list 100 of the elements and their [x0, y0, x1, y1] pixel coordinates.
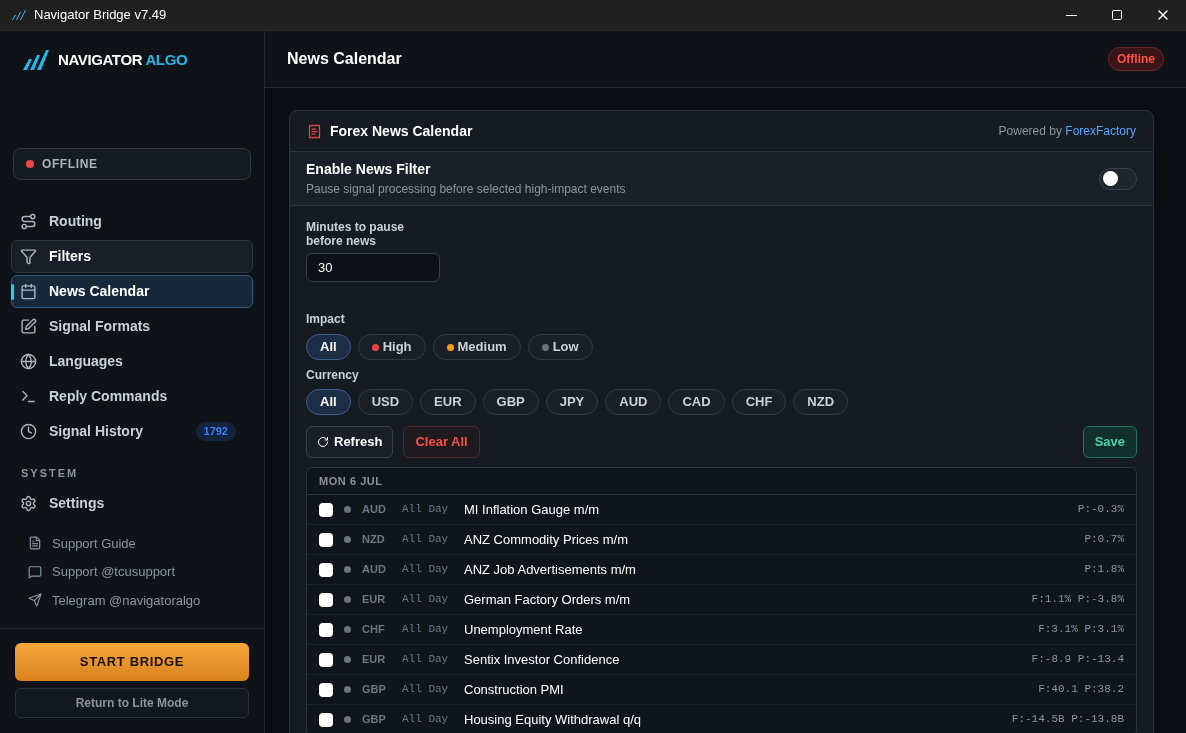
event-values: F:3.1% P:3.1% — [1038, 622, 1124, 638]
event-title: Unemployment Rate — [464, 620, 583, 639]
event-values: F:1.1% P:-3.8% — [1031, 592, 1124, 608]
nav-item[interactable]: Signal History 1792 — [11, 415, 253, 448]
count-badge: 1792 — [195, 422, 236, 441]
document-icon — [28, 536, 42, 551]
powered-by-text: Powered by ForexFactory — [998, 123, 1136, 140]
event-checkbox[interactable] — [319, 592, 333, 607]
nav-item[interactable]: Reply Commands — [11, 380, 253, 413]
support-link[interactable]: Telegram @navigatoralgo — [28, 590, 264, 610]
event-checkbox[interactable] — [319, 712, 333, 727]
event-currency: GBP — [362, 712, 387, 728]
event-time: All Day — [402, 652, 450, 668]
filter-chip[interactable]: CAD — [668, 389, 725, 415]
filter-chip[interactable]: Medium — [432, 334, 521, 360]
maximize-icon — [1111, 9, 1123, 21]
nav-item[interactable]: Settings — [11, 486, 253, 520]
lite-mode-button[interactable]: Return to Lite Mode — [15, 688, 249, 718]
app-logo-icon — [11, 9, 27, 21]
logo-text: NAVIGATOR ALGO — [58, 49, 188, 70]
chat-icon — [28, 564, 42, 579]
event-title: Construction PMI — [464, 680, 564, 699]
field-label: Currency — [306, 367, 360, 384]
provider-link[interactable]: ForexFactory — [1065, 124, 1136, 138]
status-pill: OFFLINE — [13, 148, 251, 180]
event-title: German Factory Orders m/m — [464, 590, 631, 609]
card-title: Forex News Calendar — [330, 121, 473, 141]
event-checkbox[interactable] — [319, 682, 333, 697]
support-link[interactable]: Support @tcusupport — [28, 562, 264, 582]
event-time: All Day — [402, 712, 450, 728]
pencil-icon — [20, 318, 37, 335]
event-values: F:-8.9 P:-13.4 — [1031, 652, 1124, 668]
event-values: P:-0.3% — [1077, 502, 1124, 518]
start-bridge-button[interactable]: START BRIDGE — [15, 643, 249, 681]
filter-chip[interactable]: High — [357, 334, 426, 360]
toggle-switch[interactable] — [1099, 167, 1137, 190]
event-checkbox[interactable] — [319, 532, 333, 547]
document-icon — [307, 123, 322, 139]
minutes-field[interactable]: 30 — [306, 253, 440, 282]
event-checkbox[interactable] — [319, 652, 333, 667]
event-currency: EUR — [362, 592, 387, 608]
event-currency: AUD — [362, 562, 387, 578]
event-currency: AUD — [362, 502, 387, 518]
clear-all-button[interactable]: Clear All — [403, 426, 480, 458]
nav-item[interactable]: News Calendar — [11, 275, 253, 308]
nav-item[interactable]: Filters — [11, 240, 253, 273]
save-button[interactable]: Save — [1082, 426, 1137, 458]
minimize-icon — [1065, 14, 1077, 16]
event-checkbox[interactable] — [319, 502, 333, 517]
event-checkbox[interactable] — [319, 622, 333, 637]
setting-title: Enable News Filter — [306, 160, 432, 179]
event-values: P:1.8% — [1084, 562, 1124, 578]
filter-chip[interactable]: NZD — [793, 389, 849, 415]
globe-icon — [20, 353, 37, 370]
nav-item[interactable]: Languages — [11, 345, 253, 378]
event-currency: NZD — [362, 532, 386, 548]
field-label: Minutes to pause before news — [306, 220, 405, 248]
route-icon — [20, 213, 37, 230]
refresh-button[interactable]: Refresh — [306, 426, 394, 458]
status-badge: Offline — [1108, 47, 1164, 71]
filter-chip[interactable]: AUD — [605, 389, 662, 415]
event-values: P:0.7% — [1084, 532, 1124, 548]
clock-icon — [20, 423, 37, 440]
event-checkbox[interactable] — [319, 562, 333, 577]
event-currency: EUR — [362, 652, 387, 668]
section-heading: SYSTEM — [21, 466, 80, 481]
filter-chip[interactable]: Low — [527, 334, 593, 360]
terminal-icon — [20, 388, 37, 405]
event-time: All Day — [402, 502, 450, 518]
filter-chip[interactable]: USD — [357, 389, 414, 415]
setting-description: Pause signal processing before selected high-impact events — [306, 181, 626, 198]
refresh-icon — [317, 436, 329, 448]
filter-chip[interactable]: All — [306, 389, 351, 415]
window-title: Navigator Bridge v7.49 — [34, 6, 167, 25]
event-time: All Day — [402, 592, 450, 608]
calendar-icon — [20, 283, 37, 300]
nav-item[interactable]: Signal Formats — [11, 310, 253, 343]
event-currency: CHF — [362, 622, 386, 638]
filter-chip[interactable]: GBP — [482, 389, 539, 415]
event-title: ANZ Commodity Prices m/m — [464, 530, 628, 549]
support-link[interactable]: Support Guide — [28, 533, 264, 553]
nav-item[interactable]: Routing — [11, 205, 253, 238]
event-title: Housing Equity Withdrawal q/q — [464, 710, 642, 729]
event-title: Sentix Investor Confidence — [464, 650, 620, 669]
settings-icon — [20, 494, 37, 512]
filter-chip[interactable]: All — [306, 334, 351, 360]
page-title: News Calendar — [287, 49, 402, 69]
filter-chip[interactable]: CHF — [731, 389, 787, 415]
day-heading: MON 6 JUL — [319, 473, 383, 489]
filter-chip[interactable]: EUR — [420, 389, 476, 415]
field-label: Impact — [306, 311, 346, 328]
logo-icon — [22, 49, 50, 71]
event-time: All Day — [402, 682, 450, 698]
event-time: All Day — [402, 562, 450, 578]
filter-chip[interactable]: JPY — [545, 389, 599, 415]
event-time: All Day — [402, 532, 450, 548]
event-title: ANZ Job Advertisements m/m — [464, 560, 636, 579]
event-values: F:40.1 P:38.2 — [1038, 682, 1124, 698]
event-title: MI Inflation Gauge m/m — [464, 500, 600, 519]
filter-icon — [20, 248, 37, 265]
